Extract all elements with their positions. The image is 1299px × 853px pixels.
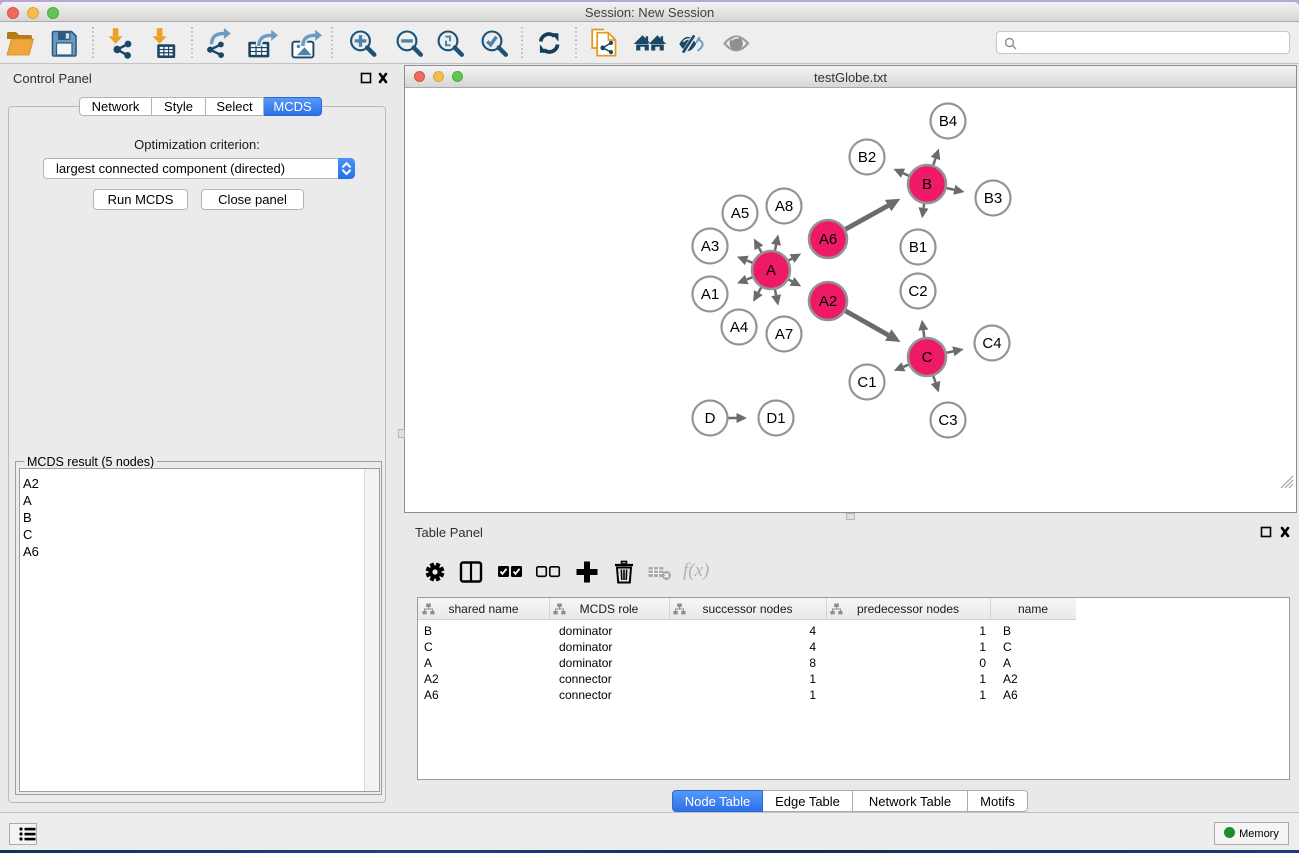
- svg-text:B3: B3: [984, 190, 1002, 207]
- svg-text:A1: A1: [701, 286, 719, 303]
- svg-text:B: B: [922, 176, 932, 193]
- svg-text:A8: A8: [775, 198, 793, 215]
- svg-text:A5: A5: [731, 205, 749, 222]
- svg-text:A2: A2: [819, 293, 837, 310]
- svg-text:A6: A6: [819, 231, 837, 248]
- svg-text:C: C: [922, 349, 933, 366]
- svg-text:C3: C3: [938, 412, 957, 429]
- svg-text:B2: B2: [858, 149, 876, 166]
- svg-text:B4: B4: [939, 113, 957, 130]
- svg-text:A4: A4: [730, 319, 748, 336]
- svg-text:A7: A7: [775, 326, 793, 343]
- svg-text:C1: C1: [857, 374, 876, 391]
- svg-text:D1: D1: [766, 410, 785, 427]
- svg-text:C4: C4: [982, 335, 1001, 352]
- svg-text:B1: B1: [909, 239, 927, 256]
- svg-text:D: D: [705, 410, 716, 427]
- svg-text:A3: A3: [701, 238, 719, 255]
- svg-text:A: A: [766, 262, 776, 279]
- svg-text:C2: C2: [908, 283, 927, 300]
